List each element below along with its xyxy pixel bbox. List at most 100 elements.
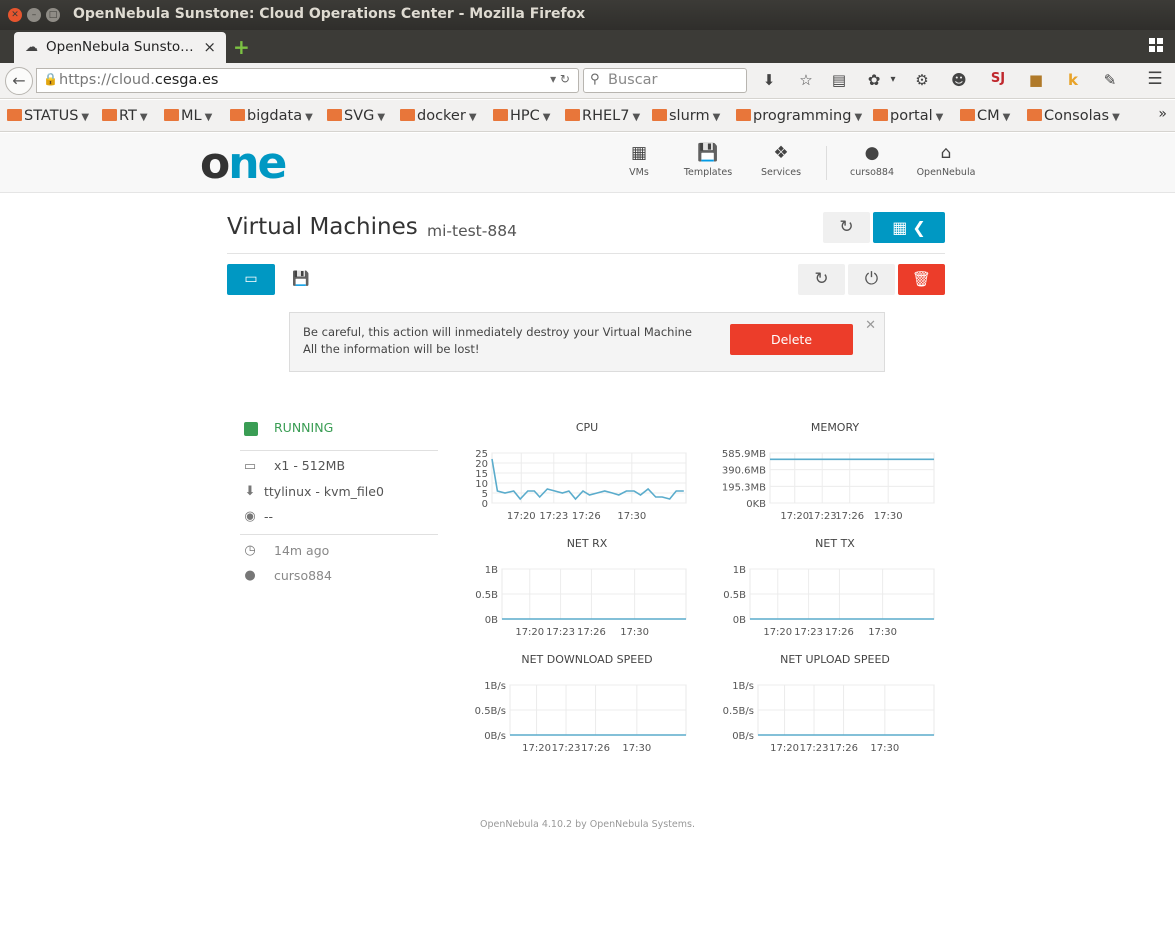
search-bar[interactable]: ⚲ Buscar [583, 68, 747, 93]
bookmarks-overflow-icon[interactable]: » [1158, 106, 1167, 122]
delete-confirmation: Be careful, this action will inmediately… [289, 312, 885, 372]
navigation-bar: ← 🔒 https://cloud.cesga.es ▾ ↻ ⚲ Buscar … [0, 63, 1175, 99]
bookmark-folder[interactable]: RT ▼ [102, 108, 148, 124]
close-icon[interactable]: ✕ [865, 318, 876, 333]
chart-title: NET DOWNLOAD SPEED [521, 653, 653, 666]
back-to-list-button[interactable]: ▦ ❮ [873, 212, 945, 243]
y-tick-label: 0B [485, 615, 498, 626]
x-tick-label: 17:26 [825, 627, 854, 638]
bookmark-folder[interactable]: programming ▼ [736, 108, 862, 124]
vnc-button[interactable]: ▭ [227, 264, 275, 295]
folder-icon [873, 109, 888, 121]
footer: OpenNebula 4.10.2 by OpenNebula Systems. [479, 819, 696, 830]
x-tick-label: 17:30 [617, 511, 646, 522]
bookmarks-toolbar: STATUS ▼ RT ▼ ML ▼ bigdata ▼ SVG ▼ docker ▼ HP… [0, 100, 1175, 132]
bookmark-folder[interactable]: STATUS ▼ [7, 108, 89, 124]
floppy-icon: 💾 [697, 143, 719, 163]
puzzle-icon[interactable]: ✎ [1100, 71, 1120, 89]
browser-tab[interactable]: ☁ OpenNebula Sunsto… × [14, 32, 226, 63]
y-tick-label: 0.5B [723, 590, 746, 601]
reboot-icon: ↻ [814, 269, 829, 289]
delete-vm-button[interactable]: 🗑 [898, 264, 945, 295]
y-tick-label: 0.5B/s [723, 706, 754, 717]
extension-icon[interactable]: ✿ [864, 71, 884, 89]
y-tick-label: 0B/s [484, 731, 506, 742]
vm-owner: curso884 [274, 568, 332, 583]
vm-age: 14m ago [274, 543, 330, 558]
folder-icon [493, 109, 508, 121]
tab-close-icon[interactable]: × [203, 38, 216, 56]
tab-grid-icon[interactable] [1149, 38, 1163, 52]
url-bar[interactable]: 🔒 https://cloud.cesga.es ▾ ↻ [36, 68, 579, 93]
chart-title: CPU [575, 421, 599, 434]
y-tick-label: 195.3MB [722, 482, 766, 493]
nav-vms[interactable]: ▦ VMs [604, 143, 674, 178]
reboot-button[interactable]: ↻ [798, 264, 845, 295]
bookmark-folder[interactable]: RHEL7 ▼ [565, 108, 640, 124]
save-disk-icon[interactable]: 💾 [292, 271, 309, 287]
tab-bar: ☁ OpenNebula Sunsto… × + [0, 30, 1175, 63]
vm-state: RUNNING [274, 420, 334, 435]
extension-dropdown-icon[interactable]: ▾ [883, 74, 903, 85]
confirm-warning: Be careful, this action will inmediately… [303, 325, 693, 339]
y-tick-label: 390.6MB [722, 466, 766, 477]
folder-icon [400, 109, 415, 121]
k-extension-icon[interactable]: k [1063, 71, 1083, 89]
net-rx-chart: 17:20 17:23 17:26 17:30 1B 0.5B 0B [475, 565, 687, 638]
window-close-button[interactable]: ✕ [8, 8, 22, 22]
notes-icon[interactable]: ■ [1026, 71, 1046, 89]
status-indicator [244, 422, 258, 436]
refresh-button[interactable]: ↻ [823, 212, 870, 243]
bookmark-folder[interactable]: bigdata ▼ [230, 108, 313, 124]
x-tick-label: 17:26 [572, 511, 601, 522]
bookmark-folder[interactable]: HPC ▼ [493, 108, 550, 124]
hamburger-menu-icon[interactable]: ☰ [1145, 69, 1165, 89]
tab-title: OpenNebula Sunsto… [46, 39, 194, 55]
cloud-icon: ☁ [25, 40, 38, 55]
x-tick-label: 17:23 [539, 511, 568, 522]
x-tick-label: 17:23 [546, 627, 575, 638]
confirm-warning-detail: All the information will be lost! [303, 342, 480, 356]
y-tick-label: 0B/s [732, 731, 754, 742]
chat-icon[interactable]: ☻ [949, 71, 969, 89]
bookmark-folder[interactable]: ML ▼ [164, 108, 212, 124]
bookmark-folder[interactable]: Consolas ▼ [1027, 108, 1120, 124]
reading-list-icon[interactable]: ▤ [829, 71, 849, 89]
y-tick-label: 0B [733, 615, 746, 626]
folder-icon [164, 109, 179, 121]
bookmark-folder[interactable]: portal ▼ [873, 108, 943, 124]
nav-services[interactable]: ❖ Services [746, 143, 816, 178]
nav-zone[interactable]: ⌂ OpenNebula [911, 143, 981, 178]
nav-templates[interactable]: 💾 Templates [673, 143, 743, 178]
sj-extension-icon[interactable]: SJ [988, 71, 1008, 86]
folder-icon [565, 109, 580, 121]
back-button[interactable]: ← [5, 67, 33, 95]
confirm-delete-button[interactable]: Delete [730, 324, 853, 355]
bookmark-folder[interactable]: slurm ▼ [652, 108, 720, 124]
x-tick-label: 17:30 [870, 743, 899, 754]
bookmark-star-icon[interactable]: ☆ [796, 71, 816, 89]
y-tick-label: 585.9MB [722, 449, 766, 460]
window-maximize-button[interactable]: □ [46, 8, 60, 22]
window-minimize-button[interactable]: – [27, 8, 41, 22]
folder-icon [230, 109, 245, 121]
nav-user[interactable]: ● curso884 [837, 143, 907, 178]
x-tick-label: 17:20 [780, 511, 809, 522]
trash-icon: 🗑 [911, 270, 932, 288]
plugin-icon[interactable]: ⚙ [912, 71, 932, 89]
refresh-icon: ↻ [839, 217, 854, 237]
reload-icon[interactable]: ▾ ↻ [550, 72, 570, 86]
bookmark-folder[interactable]: SVG ▼ [327, 108, 385, 124]
bookmark-folder[interactable]: CM ▼ [960, 108, 1010, 124]
x-tick-label: 17:20 [507, 511, 536, 522]
nav-divider [826, 146, 827, 180]
folder-icon [960, 109, 975, 121]
net-upload-chart: 17:20 17:23 17:26 17:30 1B/s 0.5B/s 0B/s [723, 681, 935, 754]
bookmark-folder[interactable]: docker ▼ [400, 108, 477, 124]
new-tab-button[interactable]: + [233, 35, 250, 59]
power-button[interactable]: ⏻ [848, 264, 895, 295]
info-divider [240, 534, 438, 535]
laptop-icon: ▭ [243, 459, 257, 474]
download-icon[interactable]: ⬇ [759, 71, 779, 89]
opennebula-logo[interactable]: one [200, 138, 287, 189]
